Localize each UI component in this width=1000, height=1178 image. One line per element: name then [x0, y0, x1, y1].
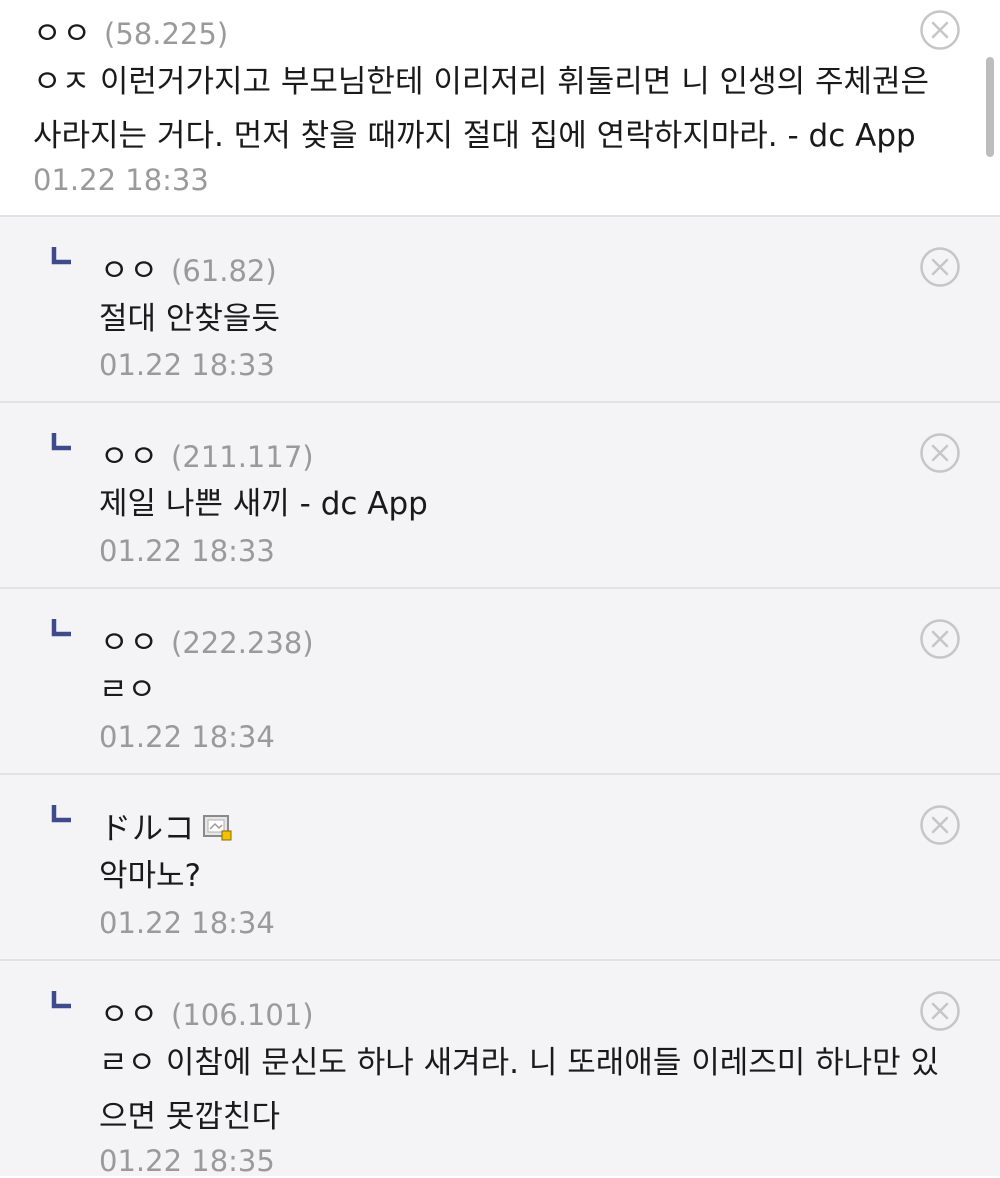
- comment-author-row: ドルコ: [100, 803, 233, 848]
- comment-timestamp: 01.22 18:35: [99, 1144, 275, 1178]
- circle-x-icon[interactable]: [919, 804, 961, 846]
- circle-x-icon[interactable]: [919, 9, 961, 51]
- scrollbar-thumb[interactable]: [986, 57, 994, 157]
- comment-ip: (106.101): [171, 998, 314, 1032]
- comment-text-line: 으면 못깝친다: [99, 1099, 280, 1135]
- reply-arrow-icon: [51, 433, 71, 451]
- circle-x-icon[interactable]: [919, 618, 961, 660]
- comment-nickname[interactable]: ㅇㅇ: [100, 245, 159, 290]
- comment-text: ㄹㅇ: [99, 663, 156, 717]
- comment-text-line: 사라지는 거다. 먼저 찾을 때까지 절대 집에 연락하지마라. - dc Ap…: [33, 118, 916, 154]
- reply-item: ドルコ 악마노? 01.22 18:34: [0, 775, 1000, 961]
- comment-nickname[interactable]: ㅇㅇ: [33, 8, 92, 53]
- reply-item: ㅇㅇ (211.117) 제일 나쁜 새끼 - dc App 01.22 18:…: [0, 403, 1000, 589]
- comment-text-line: 제일 나쁜 새끼 - dc App: [99, 486, 428, 522]
- comment-timestamp: 01.22 18:34: [99, 720, 275, 754]
- comment-text: 절대 안찾을듯: [99, 292, 280, 346]
- comment-author-row: ㅇㅇ (58.225): [33, 8, 228, 53]
- comment-author-row: ㅇㅇ (106.101): [100, 989, 314, 1034]
- comment-text: ㄹㅇ 이참에 문신도 하나 새겨라. 니 또래애들 이레즈미 하나만 있 으면 …: [99, 1036, 939, 1144]
- circle-x-icon[interactable]: [919, 246, 961, 288]
- comment-ip: (222.238): [171, 626, 314, 660]
- reply-arrow-icon: [51, 991, 71, 1009]
- circle-x-icon[interactable]: [919, 990, 961, 1032]
- comment-timestamp: 01.22 18:34: [99, 906, 275, 940]
- comment-timestamp: 01.22 18:33: [33, 163, 209, 197]
- comment-text: ㅇㅈ 이런거가지고 부모님한테 이리저리 휘둘리면 니 인생의 주체권은 사라지…: [33, 55, 929, 163]
- comment-author-row: ㅇㅇ (61.82): [100, 245, 277, 290]
- comment-text: 악마노?: [99, 849, 201, 903]
- reply-arrow-icon: [51, 247, 71, 265]
- comment-text-line: 절대 안찾을듯: [99, 301, 280, 337]
- comment-ip: (58.225): [104, 17, 229, 51]
- comment-ip: (211.117): [171, 440, 314, 474]
- reply-item: ㅇㅇ (222.238) ㄹㅇ 01.22 18:34: [0, 589, 1000, 775]
- comment-timestamp: 01.22 18:33: [99, 534, 275, 568]
- reply-item: ㅇㅇ (106.101) ㄹㅇ 이참에 문신도 하나 새겨라. 니 또래애들 이…: [0, 961, 1000, 1178]
- comment-nickname[interactable]: ㅇㅇ: [100, 617, 159, 662]
- gallery-member-icon: [203, 815, 232, 841]
- comment-text: 제일 나쁜 새끼 - dc App: [99, 477, 428, 531]
- reply-arrow-icon: [51, 805, 71, 823]
- comment-text-line: 악마노?: [99, 858, 202, 894]
- comment-text-line: ㄹㅇ: [99, 672, 157, 708]
- circle-x-icon[interactable]: [919, 432, 961, 474]
- comment-ip: (61.82): [171, 254, 277, 288]
- reply-item: ㅇㅇ (61.82) 절대 안찾을듯 01.22 18:33: [0, 217, 1000, 403]
- comment-nickname[interactable]: ㅇㅇ: [100, 989, 159, 1034]
- comment-author-row: ㅇㅇ (211.117): [100, 431, 314, 476]
- comment-timestamp: 01.22 18:33: [99, 348, 275, 382]
- comment-nickname[interactable]: ドルコ: [100, 803, 195, 848]
- reply-arrow-icon: [51, 619, 71, 637]
- comment-text-line: ㄹㅇ 이참에 문신도 하나 새겨라. 니 또래애들 이레즈미 하나만 있: [99, 1045, 940, 1081]
- comment-author-row: ㅇㅇ (222.238): [100, 617, 314, 662]
- comment-item: ㅇㅇ (58.225) ㅇㅈ 이런거가지고 부모님한테 이리저리 휘둘리면 니 …: [0, 0, 1000, 217]
- comment-nickname[interactable]: ㅇㅇ: [100, 431, 159, 476]
- comment-text-line: ㅇㅈ 이런거가지고 부모님한테 이리저리 휘둘리면 니 인생의 주체권은: [33, 64, 930, 100]
